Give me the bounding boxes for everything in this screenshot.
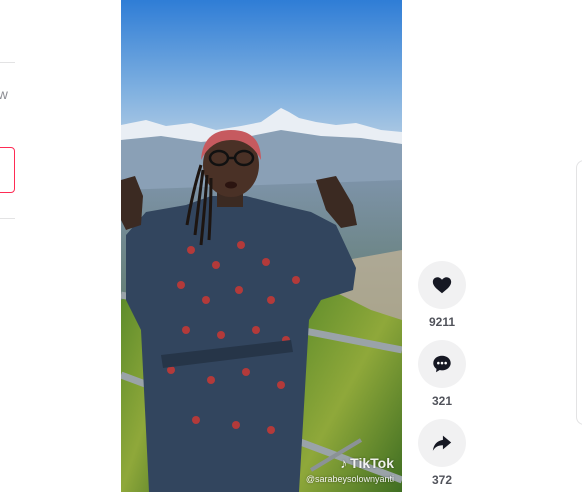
sidebar-divider-bottom [0, 218, 15, 219]
watermark-handle: @sarabeysolownyanti [305, 474, 394, 484]
sidebar-login-button[interactable] [0, 147, 15, 193]
sidebar-following-text: ew [0, 86, 8, 102]
tiktok-logo: ♪ TikTok [340, 455, 394, 471]
share-count: 372 [431, 473, 453, 487]
heart-icon [432, 277, 452, 294]
sidebar-divider-top [0, 62, 15, 63]
share-button[interactable] [418, 419, 466, 467]
tiktok-note-icon: ♪ [340, 455, 348, 471]
video-frame [121, 0, 402, 492]
like-action: 9211 [418, 261, 466, 329]
video-player[interactable]: ♪ TikTok @sarabeysolownyanti [121, 0, 402, 492]
comment-action: 321 [418, 340, 466, 408]
video-watermark: ♪ TikTok @sarabeysolownyanti [121, 455, 402, 484]
comment-icon [433, 355, 451, 373]
comment-count: 321 [431, 394, 453, 408]
right-side-panel [576, 160, 582, 425]
share-icon [432, 435, 452, 451]
share-action: 372 [418, 419, 466, 487]
like-button[interactable] [418, 261, 466, 309]
comment-button[interactable] [418, 340, 466, 388]
like-count: 9211 [428, 315, 456, 329]
